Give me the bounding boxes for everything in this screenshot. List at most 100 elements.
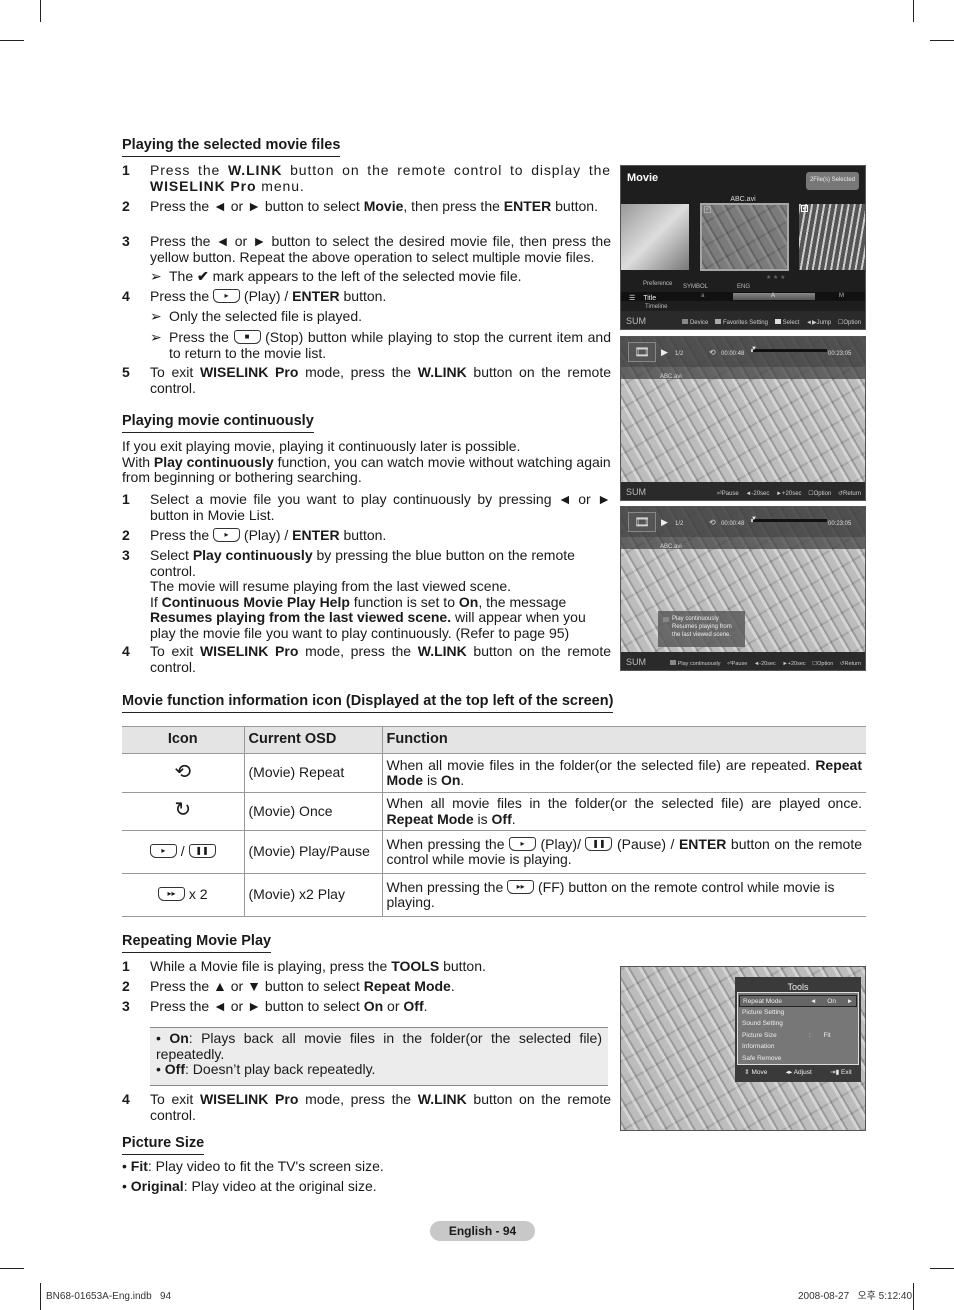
tools-items: Repeat Mode ◄ On ► Picture Setting Sound Se…	[739, 995, 857, 1064]
tools-menu: Tools Repeat Mode ◄ On ► Picture Setting So…	[735, 977, 861, 1082]
help-legend: Device Favorites Setting Select ◄▶Jump ☐…	[677, 316, 861, 329]
file-count: 1/2	[675, 521, 684, 527]
repeat-icon: ⟲	[709, 518, 716, 527]
screen-player: 🎞 ▶ 1/2 ⟲ 00:00:48 ▼ 00:23:05 ABC.avi SU…	[620, 336, 866, 501]
screen-title: Movie	[627, 172, 659, 184]
repeat-icon: ⟲	[709, 348, 716, 357]
tools-menu-item[interactable]: Picture Setting	[739, 1007, 857, 1019]
progress-bar[interactable]	[751, 519, 827, 522]
table-row: ↻ (Movie) Once When all movie files in t…	[122, 792, 866, 831]
tools-menu-item[interactable]: Information	[739, 1041, 857, 1053]
repeat-options-box: • On: Plays back all movie files in the …	[150, 1027, 608, 1086]
print-slug-left: BN68-01653A-Eng.indb 94	[46, 1291, 172, 1302]
step-2: 2Press the (Play) / ENTER button.	[122, 527, 611, 544]
crop-mark	[930, 40, 954, 41]
total-time: 00:23:05	[828, 351, 852, 357]
sort-symbol: SYMBOL	[683, 284, 709, 290]
check-icon: ✔	[704, 206, 711, 213]
section-title-repeating: Repeating Movie Play	[122, 933, 272, 953]
table-row: x 2 (Movie) x2 Play When pressing the (F…	[122, 873, 866, 917]
file-bar: ABC.avi	[621, 537, 865, 550]
thumbnail-selected: ✔	[700, 203, 789, 271]
screen-movie-list: Movie 2File(s) Selected ABC.avi ✔ ✔ ★ ★ …	[620, 165, 866, 330]
storage-label: SUM	[626, 487, 646, 497]
step-4: 4Press the (Play) / ENTER button.	[122, 288, 611, 305]
film-icon: 🎞	[628, 512, 656, 532]
intro-paragraph: If you exit playing movie, playing it co…	[122, 438, 611, 485]
function-cell: When pressing the (FF) button on the rem…	[381, 873, 866, 917]
step-text: To exit WISELINK Pro mode, press the W.L…	[150, 364, 612, 396]
file-name: ABC.avi	[660, 544, 682, 550]
elapsed-time: 00:00:48	[721, 351, 745, 357]
file-count: 1/2	[675, 351, 684, 357]
remote-button-icon	[213, 289, 241, 303]
step-text: Press the W.LINK button on the remote co…	[150, 162, 611, 194]
table-row: / (Movie) Play/Pause When pressing the (…	[122, 830, 866, 874]
section-title-continuous: Playing movie continuously	[122, 413, 314, 433]
storage-label: SUM	[626, 316, 646, 326]
total-time: 00:23:05	[828, 521, 852, 527]
tools-list: Repeat Mode ◄ On ► Picture Setting Sound Se…	[737, 992, 859, 1065]
step-3: 3 Press the ◄ or ► button to select On or…	[122, 998, 428, 1014]
remote-button-icon	[507, 879, 535, 894]
storage-label: SUM	[626, 657, 646, 667]
osd-cell: (Movie) Once	[243, 792, 382, 831]
note: ➢ The ✔ mark appears to the left of the s…	[150, 268, 522, 284]
screen-tools: Tools Repeat Mode ◄ On ► Picture Setting So…	[620, 966, 866, 1131]
function-cell: When all movie files in the folder(or th…	[381, 753, 866, 793]
player-info-bar: 🎞 ▶ 1/2 ⟲ 00:00:48 ▼ 00:23:05	[621, 337, 865, 367]
crop-mark	[40, 1283, 41, 1310]
elapsed-time: 00:00:48	[721, 521, 745, 527]
crop-mark	[40, 0, 41, 22]
step-2: 2 Press the ▲ or ▼ button to select Repea…	[122, 978, 455, 994]
function-cell: When pressing the (Play)/ (Pause) / ENTE…	[381, 830, 866, 874]
crop-mark	[913, 0, 914, 22]
crop-mark	[913, 1283, 914, 1310]
osd-cell: (Movie) x2 Play	[243, 873, 382, 917]
bottom-bar: SUM Play continuously ⏎Pause ◄-20sec ►+2…	[621, 652, 865, 670]
remote-button-icon	[233, 330, 261, 344]
function-table: Icon Current OSD Function ⟲ (Movie) Repe…	[122, 726, 866, 917]
selected-badge: 2File(s) Selected	[805, 172, 859, 190]
step-1: 1 While a Movie file is playing, press th…	[122, 958, 486, 974]
page-number: English - 94	[430, 1221, 535, 1241]
crop-mark	[930, 1268, 954, 1269]
help-legend: ⏎Pause ◄-20sec ►+20sec ☐Option ↺Return	[716, 491, 861, 497]
sort-preference[interactable]: Preference	[643, 281, 672, 288]
remote-button-icon	[149, 844, 177, 859]
note: ➢Press the (Stop) button while playing t…	[150, 329, 611, 361]
section-title-info-icon: Movie function information icon (Display…	[122, 693, 614, 713]
bullet-fit: • Fit: Play video to fit the TV's screen…	[122, 1158, 384, 1174]
play-icon: ▶	[661, 517, 668, 527]
sort-eng: ENG	[737, 284, 751, 290]
tools-menu-item[interactable]: Repeat Mode ◄ On ►	[739, 995, 857, 1007]
thumbnail	[621, 204, 689, 270]
tools-menu-item[interactable]: Safe Remove	[739, 1053, 857, 1065]
step-2: 2 Press the ◄ or ► button to select Movie…	[122, 198, 611, 215]
print-slug-right: 2008-08-27 오후 5:12:40	[798, 1291, 913, 1302]
tools-menu-item[interactable]: Sound Setting	[739, 1018, 857, 1030]
progress-marker: ▼	[751, 346, 757, 352]
step-3: 3 Select Play continuously by pressing th…	[122, 547, 586, 641]
header-icon: Icon	[122, 726, 244, 754]
sort-timeline[interactable]: Timeline	[645, 304, 667, 311]
progress-bar[interactable]	[751, 349, 827, 352]
bottom-bar: SUM Device Favorites Setting Select ◄▶Ju…	[621, 311, 865, 329]
step-text: Press the ◄ or ► button to select Movie,…	[150, 198, 598, 214]
table-row: ⟲ (Movie) Repeat When all movie files in…	[122, 753, 866, 793]
check-icon: ✔	[801, 205, 808, 212]
once-icon: ↻	[122, 792, 244, 831]
function-cell: When all movie files in the folder(or th…	[381, 792, 866, 831]
repeat-icon: ⟲	[122, 753, 244, 793]
file-name: ABC.avi	[660, 374, 682, 380]
play-icon: ▶	[661, 347, 668, 357]
tools-footer: ⇕ Move ◂▸ Adjust ⇥▮ Exit	[744, 1068, 852, 1076]
crop-mark	[0, 40, 24, 41]
bullet-original: • Original: Play video at the original s…	[122, 1178, 377, 1194]
step-text: Press the ◄ or ► button to select the de…	[150, 233, 611, 265]
tools-menu-item[interactable]: Picture Size: Fit	[739, 1030, 857, 1042]
bottom-bar: SUM ⏎Pause ◄-20sec ►+20sec ☐Option ↺Retu…	[621, 482, 865, 500]
remote-button-icon	[509, 836, 536, 851]
header-osd: Current OSD	[243, 726, 382, 754]
continue-popup: Play continuously Resumes playing from t…	[658, 611, 745, 647]
